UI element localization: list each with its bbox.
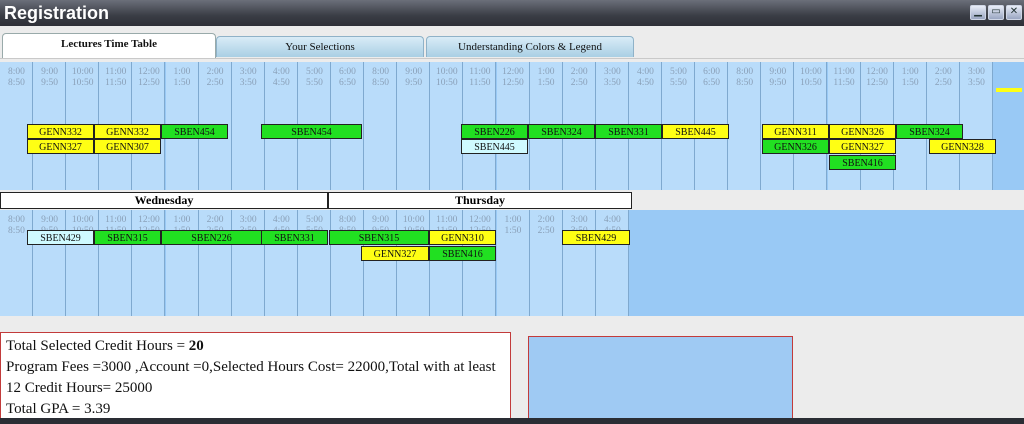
class-block[interactable]: SBEN331 — [261, 230, 328, 245]
class-block[interactable]: SBEN429 — [562, 230, 630, 245]
class-block[interactable]: SBEN226 — [461, 124, 528, 139]
timetable-row-2: 8:008:509:009:5010:0010:5011:0011:5012:0… — [0, 210, 1024, 316]
legend-marker — [996, 88, 1022, 92]
time-slot-label: 4:004:50 — [636, 67, 654, 88]
registration-client: Lectures Time Table Your Selections Unde… — [0, 26, 1024, 424]
credit-hours-value: 20 — [188, 338, 204, 354]
class-block[interactable]: SBEN315 — [329, 230, 429, 245]
class-block[interactable]: GENN327 — [27, 139, 94, 154]
time-slot-label: 5:005:50 — [305, 67, 323, 88]
summary-panel: Total Selected Credit Hours = 20 Program… — [0, 332, 511, 422]
class-block[interactable]: SBEN429 — [27, 230, 94, 245]
time-slot-label: 3:003:50 — [239, 67, 257, 88]
side-panel — [528, 336, 793, 424]
class-block[interactable]: GENN311 — [762, 124, 829, 139]
time-slot-label: 6:00 6:50 — [339, 67, 356, 88]
time-slot-label: 6:00 6:50 — [703, 67, 721, 88]
time-slot-label: 9:009:50 — [41, 67, 59, 88]
title-bar: Registration ▁ ▭ ✕ — [0, 0, 1024, 26]
time-slot-label: 2:002:50 — [537, 215, 555, 236]
day-header-thursday: Thursday — [328, 192, 632, 209]
day-header-wednesday: Wednesday — [0, 192, 328, 209]
timetable-row-1: 8:00 8:50 9:00 9:50 10:00 10:50 11:00 11:50 12:0… — [0, 62, 1024, 190]
class-block[interactable]: SBEN324 — [528, 124, 595, 139]
close-icon[interactable]: ✕ — [1006, 5, 1022, 20]
time-slot-label: 2:002:50 — [570, 67, 588, 88]
time-slot-label: 1:001:50 — [504, 215, 522, 236]
time-slot-label: 12:0012:50 — [138, 67, 160, 88]
time-slot-label: 12:0012:50 — [866, 67, 888, 88]
tab-lectures-time-table[interactable]: Lectures Time Table — [2, 33, 216, 58]
tab-understanding-colors-legend[interactable]: Understanding Colors & Legend — [426, 36, 634, 57]
time-slot-label: 10:0010:50 — [435, 67, 458, 88]
class-block[interactable]: GENN327 — [361, 246, 429, 261]
time-slot-label: 8:008:50 — [8, 67, 25, 88]
time-slot-label: 10:0010:50 — [71, 67, 94, 88]
tab-your-selections[interactable]: Your Selections — [216, 36, 424, 57]
class-block[interactable]: SBEN324 — [896, 124, 963, 139]
time-slot-label: 3:003:50 — [603, 67, 621, 88]
time-slot-label: 12:0012:50 — [502, 67, 524, 88]
fees-line: Program Fees =3000 ,Account =0,Selected … — [6, 359, 496, 396]
time-slot-label: 5:005:50 — [670, 67, 687, 88]
class-block[interactable]: SBEN416 — [429, 246, 496, 261]
class-block[interactable]: SBEN445 — [461, 139, 528, 154]
tab-strip: Lectures Time Table Your Selections Unde… — [0, 26, 1024, 59]
class-block[interactable]: GENN328 — [929, 139, 996, 154]
minimize-icon[interactable]: ▁ — [970, 5, 986, 20]
time-slot-label: 11:0011:50 — [833, 67, 855, 88]
time-slot-label: 3:003:50 — [967, 67, 985, 88]
class-block[interactable]: SBEN226 — [161, 230, 262, 245]
window-title: Registration — [4, 3, 110, 23]
class-block[interactable]: SBEN454 — [161, 124, 228, 139]
time-slot-label: 4:004:50 — [272, 67, 290, 88]
time-slot-label: 9:009:50 — [769, 67, 787, 88]
class-block[interactable]: GENN327 — [829, 139, 896, 154]
time-slot-label: 8:008:50 — [372, 67, 390, 88]
time-slot-label: 1:001:50 — [901, 67, 919, 88]
time-slot-label: 2:002:50 — [206, 67, 224, 88]
class-block[interactable]: GENN332 — [27, 124, 94, 139]
time-slot-label: 1:001:50 — [537, 67, 555, 88]
class-block[interactable]: GENN310 — [429, 230, 496, 245]
time-slot-label: 8:008:50 — [736, 67, 754, 88]
credit-hours-line: Total Selected Credit Hours = 20 — [6, 336, 505, 357]
class-block[interactable]: GENN326 — [829, 124, 896, 139]
class-block[interactable]: SBEN331 — [595, 124, 662, 139]
class-block[interactable]: GENN307 — [94, 139, 161, 154]
maximize-icon[interactable]: ▭ — [988, 5, 1004, 20]
class-block[interactable]: SBEN445 — [662, 124, 729, 139]
time-slot-label: 9:009:50 — [405, 67, 423, 88]
credit-hours-label: Total Selected Credit Hours = — [6, 338, 189, 354]
gpa-line: Total GPA = 3.39 — [6, 401, 111, 417]
time-slot-label: 11:0011:50 — [105, 67, 127, 88]
class-block[interactable]: SBEN315 — [94, 230, 161, 245]
bottom-bar — [0, 418, 1024, 424]
class-block[interactable]: SBEN416 — [829, 155, 896, 170]
time-slot-label: 11:0011:50 — [469, 67, 491, 88]
class-block[interactable]: GENN332 — [94, 124, 161, 139]
class-block[interactable]: SBEN454 — [261, 124, 362, 139]
class-block[interactable]: GENN326 — [762, 139, 829, 154]
time-slot-label: 2:002:50 — [934, 67, 952, 88]
time-slot-label: 1:001:50 — [173, 67, 191, 88]
time-slot-label: 10:0010:50 — [800, 67, 822, 88]
